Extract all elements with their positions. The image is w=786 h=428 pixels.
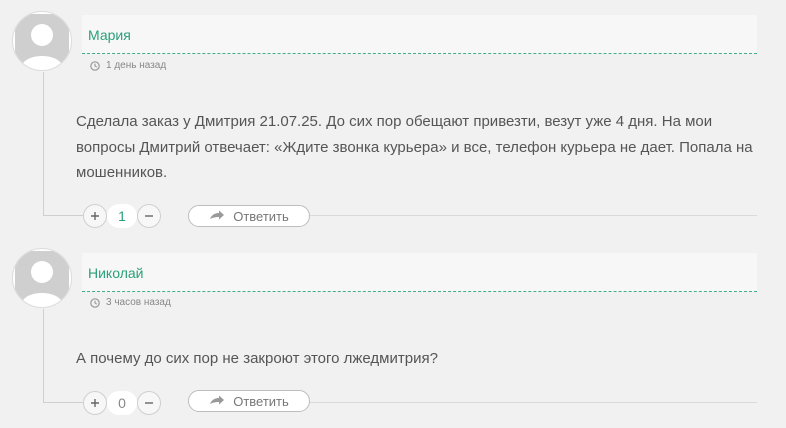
date-text: 3 часов назад <box>106 297 171 308</box>
comment: Мария 1 день назад Сделала заказ у Дмитр… <box>0 0 786 237</box>
vote-controls: 0 <box>83 390 161 416</box>
clock-icon <box>90 297 100 308</box>
author-name[interactable]: Мария <box>88 27 131 43</box>
default-avatar-icon <box>15 251 69 305</box>
reply-arrow-icon <box>210 395 225 405</box>
avatar <box>12 11 72 71</box>
minus-icon <box>145 402 153 404</box>
comment-date: 3 часов назад <box>90 297 171 308</box>
plus-icon <box>91 212 99 220</box>
vote-controls: 1 <box>83 203 161 229</box>
upvote-button[interactable] <box>83 391 107 415</box>
comment: Николай 3 часов назад А почему до сих по… <box>0 237 786 428</box>
plus-icon <box>91 399 99 407</box>
reply-label: Ответить <box>233 393 289 409</box>
comment-header: Николай <box>82 253 757 292</box>
upvote-button[interactable] <box>83 204 107 228</box>
comment-date: 1 день назад <box>90 60 166 71</box>
date-text: 1 день назад <box>106 60 167 71</box>
vote-count: 0 <box>107 391 137 415</box>
clock-icon <box>90 60 100 71</box>
vote-count: 1 <box>107 204 137 228</box>
comment-text: А почему до сих пор не закроют этого лже… <box>76 350 438 367</box>
author-name[interactable]: Николай <box>88 265 143 281</box>
downvote-button[interactable] <box>137 204 161 228</box>
thread-line <box>43 72 44 215</box>
divider <box>310 215 757 216</box>
default-avatar-icon <box>15 14 69 68</box>
thread-line <box>43 402 83 403</box>
comment-header: Мария <box>82 15 757 54</box>
downvote-button[interactable] <box>137 391 161 415</box>
thread-line <box>43 215 83 216</box>
comment-text: Сделала заказ у Дмитрия 21.07.25. До сих… <box>76 113 753 181</box>
avatar <box>12 248 72 308</box>
reply-label: Ответить <box>233 208 289 224</box>
thread-line <box>43 309 44 402</box>
divider <box>310 402 757 403</box>
reply-button[interactable]: Ответить <box>188 390 310 412</box>
minus-icon <box>145 215 153 217</box>
reply-button[interactable]: Ответить <box>188 205 310 227</box>
reply-arrow-icon <box>210 210 225 220</box>
